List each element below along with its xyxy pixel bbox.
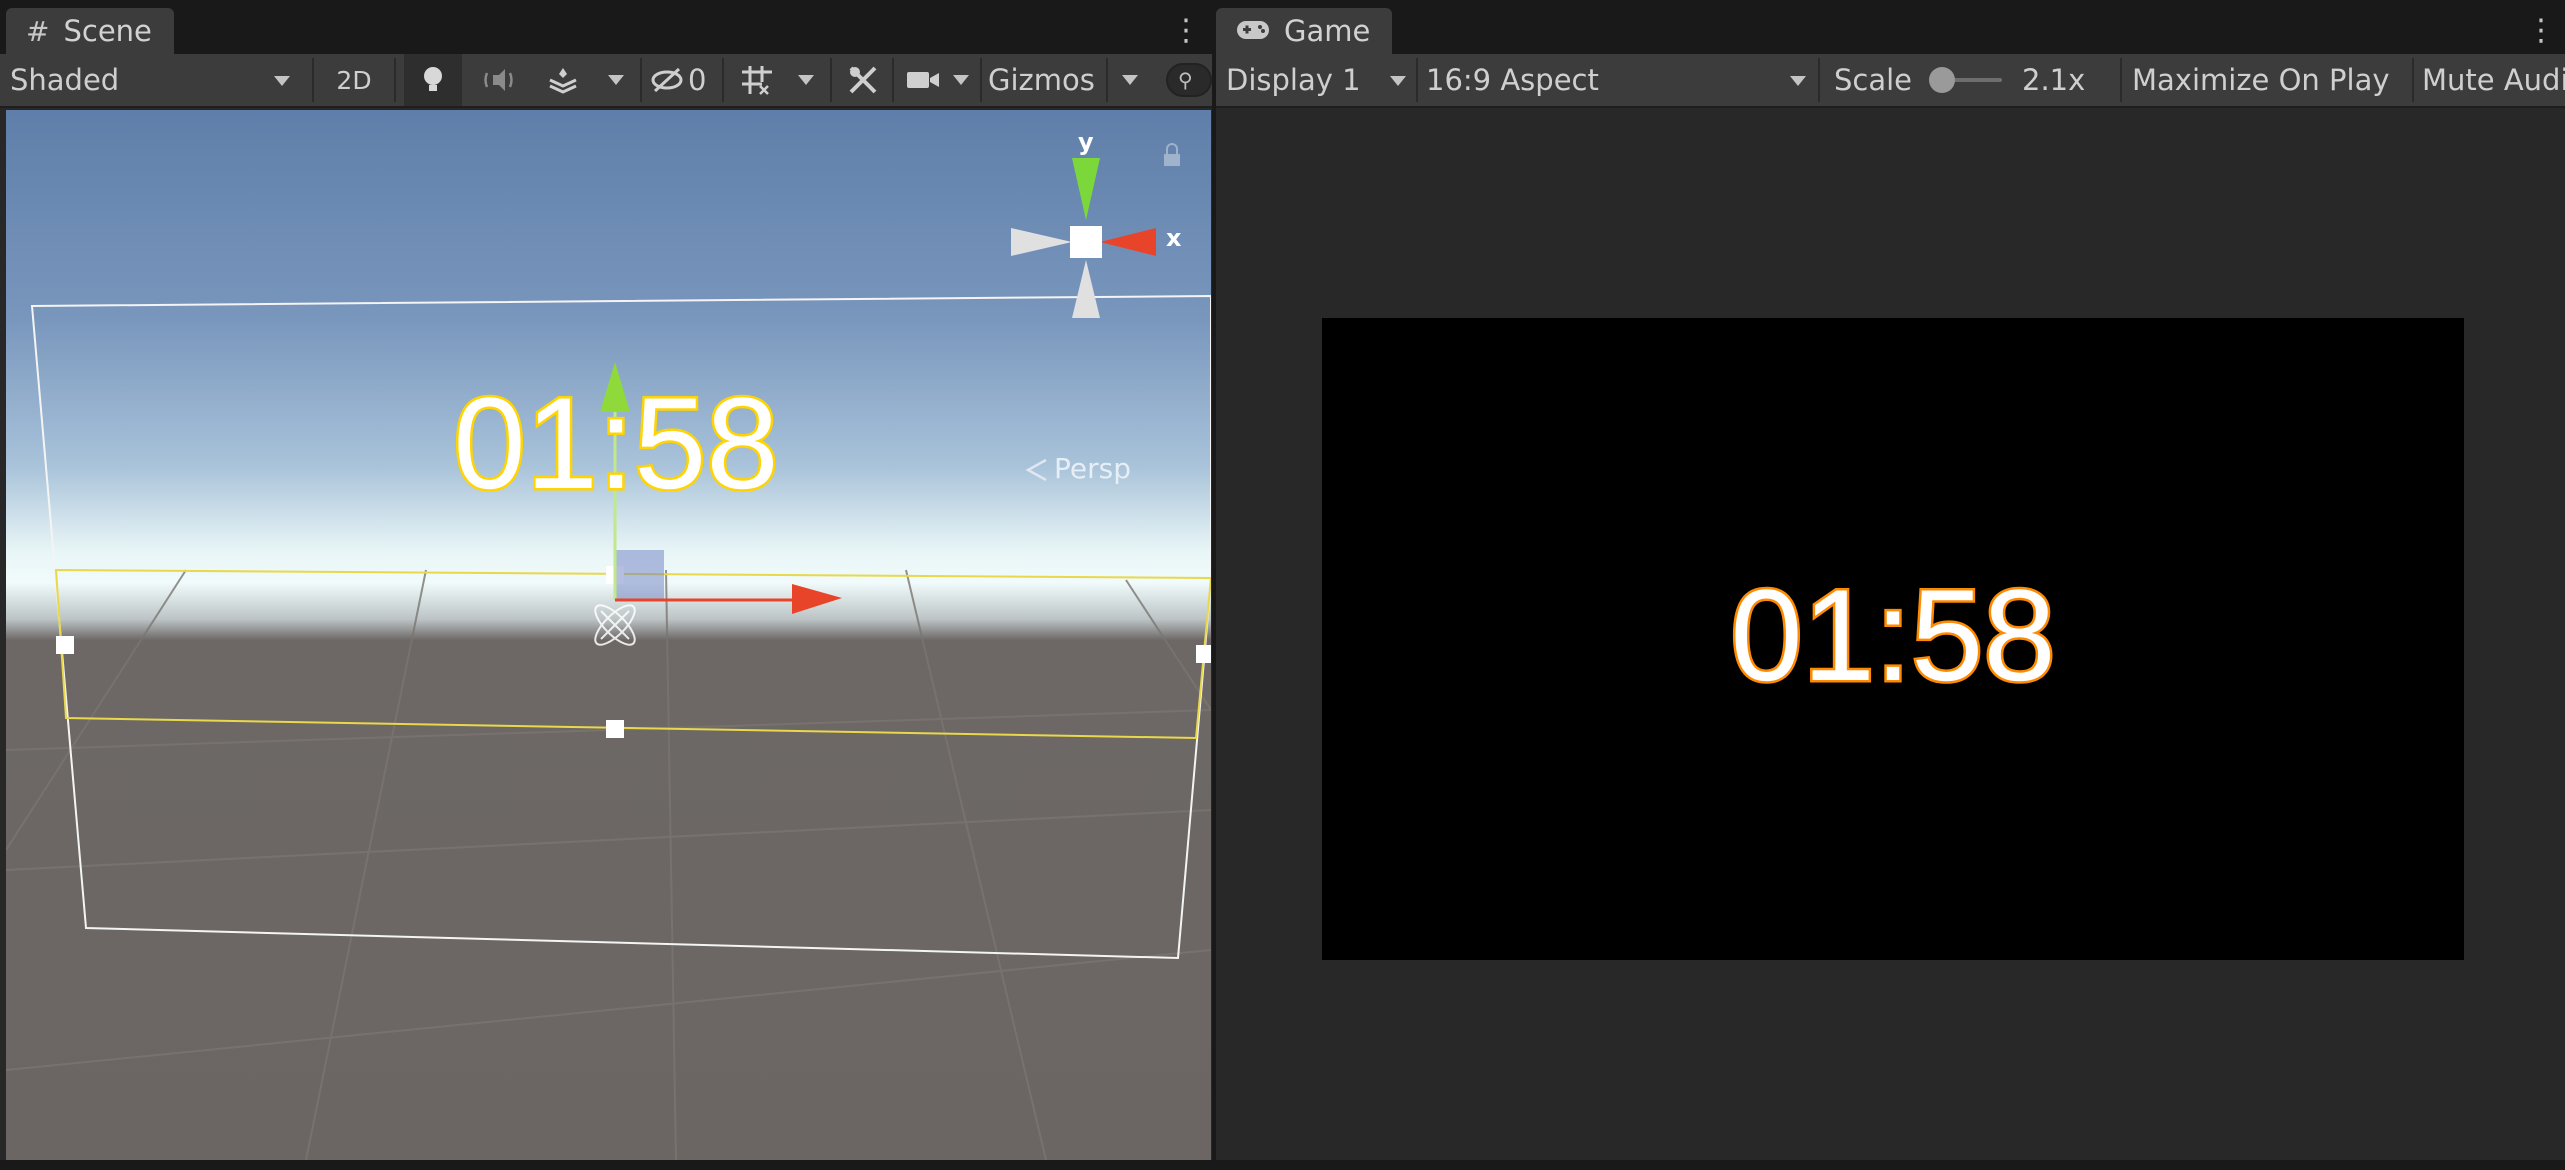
scene-timer-text: 01:58 (451, 370, 781, 516)
chevron-down-icon (798, 75, 814, 85)
chevron-down-icon (1122, 75, 1138, 85)
gizmo-neg-x-cone[interactable] (1011, 228, 1072, 256)
hidden-objects-toggle[interactable]: 0 (650, 54, 716, 106)
2d-label: 2D (336, 65, 372, 95)
tab-scene[interactable]: # Scene (6, 8, 174, 54)
lightbulb-icon (424, 67, 442, 91)
display-label: Display 1 (1226, 63, 1361, 97)
grid-dropdown[interactable] (788, 54, 824, 106)
chevron-down-icon (953, 75, 969, 85)
chevron-down-icon (1790, 76, 1806, 86)
speaker-icon (484, 69, 513, 91)
audio-toggle-button[interactable] (470, 54, 528, 106)
scene-tabbar: # Scene ⋮ (0, 8, 1212, 54)
gizmos-dropdown[interactable] (1112, 54, 1148, 106)
scene-panel: # Scene ⋮ Shaded 2D 0 Gizmos ⚲ y x Persp… (0, 8, 1212, 1160)
gizmos-label: Gizmos (988, 63, 1095, 97)
game-screen: 01:58 (1322, 318, 2464, 960)
maximize-on-play-toggle[interactable]: Maximize On Play (2132, 54, 2402, 106)
game-menu-icon[interactable]: ⋮ (2526, 16, 2556, 46)
scale-slider-thumb[interactable] (1928, 67, 1955, 93)
gizmo-y-label: y (1078, 128, 1094, 156)
game-viewport[interactable]: 01:58 (1222, 110, 2565, 1160)
aspect-dropdown[interactable]: 16:9 Aspect (1426, 54, 1818, 106)
tab-game[interactable]: Game (1216, 8, 1393, 54)
scene-toolbar: Shaded 2D 0 Gizmos ⚲ (0, 54, 1212, 108)
gizmo-y-cone[interactable] (1072, 158, 1100, 220)
scale-value: 2.1x (2022, 63, 2086, 97)
persp-chevron-icon (1025, 458, 1047, 482)
gizmo-neg-y-cone[interactable] (1072, 260, 1100, 318)
chevron-down-icon (274, 76, 290, 86)
eye-hidden-icon (651, 67, 683, 93)
tools-button[interactable] (838, 54, 888, 106)
scene-viewport[interactable]: y x Persp 01:58 (6, 110, 1211, 1160)
pivot-icon (594, 604, 636, 646)
grid-snap-icon (742, 66, 772, 95)
scale-slider[interactable] (1928, 54, 2012, 106)
scene-tab-label: Scene (63, 14, 152, 48)
gizmos-button[interactable]: Gizmos (988, 54, 1095, 106)
ground-grid (6, 569, 1211, 1160)
chevron-down-icon (1390, 76, 1406, 86)
rect-handle-left[interactable] (56, 636, 74, 654)
maximize-label: Maximize On Play (2132, 63, 2390, 97)
game-panel: Game ⋮ Display 1 16:9 Aspect Scale 2.1x … (1216, 8, 2565, 1160)
hash-icon: # (26, 14, 50, 48)
camera-icon (907, 72, 939, 88)
orientation-gizmo[interactable] (1011, 158, 1156, 318)
camera-dropdown[interactable] (946, 54, 976, 106)
search-icon: ⚲ (1178, 68, 1193, 92)
grid-toggle-button[interactable] (732, 54, 782, 106)
chevron-down-icon (608, 75, 624, 85)
game-tabbar: Game ⋮ (1216, 8, 2565, 54)
2d-toggle-button[interactable]: 2D (326, 54, 382, 106)
mute-audio-toggle[interactable]: Mute Audio (2422, 54, 2565, 106)
draw-mode-dropdown[interactable]: Shaded (10, 54, 300, 106)
scene-menu-icon[interactable]: ⋮ (1171, 16, 1201, 46)
scale-slider-track (1928, 67, 2002, 93)
persp-label[interactable]: Persp (1054, 452, 1131, 485)
tools-icon (849, 66, 877, 94)
effects-toggle-button[interactable] (534, 54, 592, 106)
mute-label: Mute Audio (2422, 63, 2565, 97)
scene-search-input[interactable]: ⚲ (1166, 54, 1212, 106)
game-tab-label: Game (1284, 14, 1371, 48)
draw-mode-label: Shaded (10, 63, 120, 97)
rect-handle-bottom[interactable] (606, 720, 624, 738)
lock-icon[interactable] (1164, 143, 1180, 166)
aspect-label: 16:9 Aspect (1426, 63, 1599, 97)
game-timer-text: 01:58 (1728, 562, 2058, 708)
display-dropdown[interactable]: Display 1 (1226, 54, 1416, 106)
rect-handle-right[interactable] (1196, 645, 1211, 663)
gamepad-icon (1236, 15, 1270, 48)
x-arrow-icon[interactable] (792, 584, 842, 614)
plane-handle[interactable] (614, 550, 664, 600)
scale-label: Scale (1834, 63, 1913, 97)
hidden-count: 0 (688, 63, 707, 97)
scene-drawing (6, 143, 1211, 1160)
gizmo-x-cone[interactable] (1100, 228, 1156, 256)
game-toolbar: Display 1 16:9 Aspect Scale 2.1x Maximiz… (1216, 54, 2565, 108)
layers-icon (549, 68, 577, 94)
camera-button[interactable] (900, 54, 946, 106)
lighting-toggle-button[interactable] (404, 54, 462, 106)
gizmo-center-cube[interactable] (1070, 226, 1102, 258)
effects-dropdown[interactable] (598, 54, 634, 106)
gizmo-x-label: x (1166, 224, 1182, 252)
